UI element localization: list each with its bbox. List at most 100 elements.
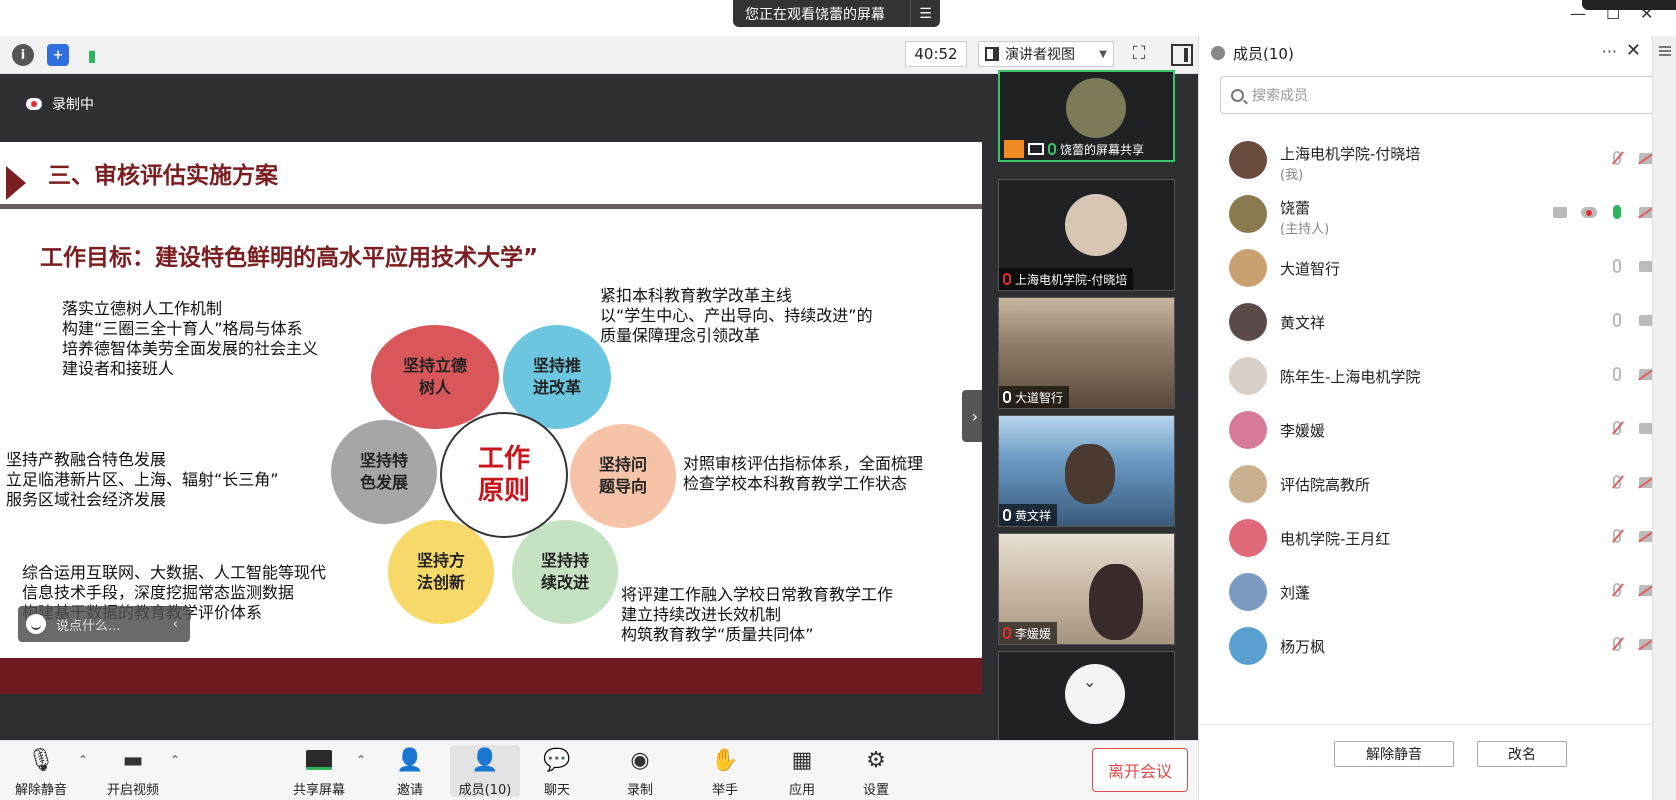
raise-hand-button[interactable]: ✋ 举手 xyxy=(690,745,760,799)
text-line: 质量保障理念引领改革 xyxy=(600,326,761,345)
camera-off-icon[interactable] xyxy=(1639,585,1653,596)
apps-button[interactable]: ▦ 应用 xyxy=(767,745,837,799)
reaction-placeholder[interactable]: 说点什么... xyxy=(56,615,120,634)
member-row[interactable]: 杨万枫 xyxy=(1199,619,1653,673)
share-screen-button[interactable]: 共享屏幕 xyxy=(284,745,354,798)
member-row[interactable]: 李媛媛 xyxy=(1199,403,1653,457)
camera-icon[interactable] xyxy=(1639,423,1653,434)
chevron-left-icon[interactable]: ‹ xyxy=(173,617,178,632)
members-icon: 👤 xyxy=(471,747,499,773)
shield-icon[interactable]: + xyxy=(47,44,69,66)
camera-off-icon[interactable] xyxy=(1639,207,1653,218)
member-row[interactable]: 陈年生-上海电机学院 xyxy=(1199,349,1653,403)
search-placeholder: 搜索成员 xyxy=(1252,88,1308,104)
person-icon xyxy=(1004,140,1024,158)
camera-off-icon[interactable] xyxy=(1639,531,1653,542)
camera-off-icon[interactable] xyxy=(1639,639,1653,650)
mic-muted-icon[interactable] xyxy=(1613,529,1621,543)
control-label: 设置 xyxy=(862,783,889,798)
fullscreen-icon[interactable]: ⛶ xyxy=(1128,44,1150,66)
leave-meeting-button[interactable]: 离开会议 xyxy=(1092,748,1188,792)
start-video-button[interactable]: ▬ 开启视频 xyxy=(98,745,168,799)
thumb-participant[interactable]: 李媛媛 xyxy=(998,533,1175,645)
camera-off-icon[interactable] xyxy=(1639,477,1653,488)
menu-icon[interactable]: ☰ xyxy=(910,0,940,27)
member-row[interactable]: 饶蕾 (主持人) xyxy=(1199,187,1653,241)
petal-continuous-improvement: 坚持持 续改进 xyxy=(512,520,618,624)
members-panel: 成员(10) ··· ✕ 搜索成员 上海电机学院-付晓培 (我) 饶蕾 (主持人… xyxy=(1198,36,1654,800)
unmute-all-button[interactable]: 解除静音 xyxy=(1334,741,1454,767)
chevron-down-icon[interactable]: ⌄ xyxy=(1083,672,1096,691)
record-icon: ◉ xyxy=(630,747,650,773)
thumb-participant[interactable]: 黄文祥 xyxy=(998,415,1175,527)
mic-icon[interactable] xyxy=(1613,259,1621,273)
record-button[interactable]: ◉ 录制 xyxy=(605,745,675,799)
thumb-participant[interactable]: 大道智行 xyxy=(998,297,1175,409)
mic-active-icon[interactable] xyxy=(1613,205,1621,219)
chevron-up-icon[interactable]: ⌃ xyxy=(356,753,366,767)
control-bar: 🎙 解除静音 ⌃ ▬ 开启视频 ⌃ 共享屏幕 ⌃ 👤 邀请 👤 成员(10) 💬… xyxy=(0,740,1198,800)
members-button[interactable]: 👤 成员(10) xyxy=(450,745,520,798)
chat-button[interactable]: 💬 聊天 xyxy=(522,745,592,799)
camera-icon[interactable] xyxy=(1639,261,1653,272)
close-icon[interactable]: ✕ xyxy=(1626,40,1641,61)
chevron-up-icon[interactable]: ⌃ xyxy=(170,753,180,767)
more-icon[interactable]: ··· xyxy=(1602,42,1617,61)
sidebar-toggle-icon[interactable] xyxy=(1171,44,1193,66)
thumb-participant[interactable]: 上海电机学院-付晓培 xyxy=(998,179,1175,291)
member-role: (主持人) xyxy=(1280,222,1330,237)
member-row[interactable]: 黄文祥 xyxy=(1199,295,1653,349)
menu-icon[interactable] xyxy=(1659,46,1671,56)
member-row[interactable]: 上海电机学院-付晓培 (我) xyxy=(1199,133,1653,187)
text-block-top-right: 紧扣本科教育教学改革主线 以“学生中心、产出导向、持续改进”的 质量保障理念引领… xyxy=(600,286,873,346)
reaction-bar[interactable]: 说点什么... ‹ xyxy=(18,606,190,642)
view-mode-select[interactable]: 演讲者视图 ▼ xyxy=(978,41,1114,67)
mic-muted-icon[interactable] xyxy=(1613,151,1621,165)
center-label: 工作 xyxy=(477,444,530,474)
petal-method-innovation: 坚持方 法创新 xyxy=(388,520,494,624)
center-label: 原则 xyxy=(477,476,530,506)
mic-muted-icon[interactable] xyxy=(1613,583,1621,597)
invite-button[interactable]: 👤 邀请 xyxy=(375,745,445,799)
signal-icon[interactable]: ▮ xyxy=(81,44,103,66)
person-icon xyxy=(1211,46,1225,60)
video-thumbnails: 饶蕾的屏幕共享 上海电机学院-付晓培 大道智行 黄文祥 李媛媛 ⌄ xyxy=(982,70,1198,741)
control-label: 解除静音 xyxy=(14,783,67,798)
share-screen-icon xyxy=(284,745,354,775)
avatar xyxy=(1229,357,1267,395)
chevron-up-icon[interactable]: ⌃ xyxy=(78,753,88,767)
thumb-screen-share[interactable]: 饶蕾的屏幕共享 xyxy=(998,70,1175,162)
member-row[interactable]: 电机学院-王月红 xyxy=(1199,511,1653,565)
member-row[interactable]: 刘蓬 xyxy=(1199,565,1653,619)
layout-icon xyxy=(985,47,999,61)
avatar xyxy=(1089,564,1143,640)
camera-off-icon[interactable] xyxy=(1639,369,1653,380)
camera-off-icon[interactable] xyxy=(1639,153,1653,164)
mic-muted-icon[interactable] xyxy=(1613,421,1621,435)
rename-button[interactable]: 改名 xyxy=(1477,741,1567,767)
mic-muted-icon[interactable] xyxy=(1613,475,1621,489)
unmute-button[interactable]: 🎙 解除静音 xyxy=(6,745,76,799)
search-input[interactable]: 搜索成员 xyxy=(1220,76,1654,114)
settings-button[interactable]: ⚙ 设置 xyxy=(841,745,911,799)
mic-icon[interactable] xyxy=(1613,367,1621,381)
right-scroll-strip[interactable] xyxy=(1652,36,1676,800)
petal-problem-oriented: 坚持问 题导向 xyxy=(570,424,676,528)
cloud-record-icon xyxy=(1581,207,1597,218)
members-header: 成员(10) ··· ✕ xyxy=(1199,36,1653,70)
camera-icon[interactable] xyxy=(1639,315,1653,326)
member-row[interactable]: 大道智行 xyxy=(1199,241,1653,295)
emoji-icon[interactable] xyxy=(26,614,46,634)
screen-banner-text: 您正在观看饶蕾的屏幕 xyxy=(745,6,885,23)
text-line: 立足临港新片区、上海、辐射“长三角” xyxy=(6,470,279,489)
member-row[interactable]: 评估院高教所 xyxy=(1199,457,1653,511)
thumb-label: 上海电机学院-付晓培 xyxy=(999,268,1134,290)
avatar xyxy=(1229,519,1267,557)
mic-muted-icon[interactable] xyxy=(1613,637,1621,651)
mic-icon[interactable] xyxy=(1613,313,1621,327)
info-icon[interactable]: i xyxy=(12,44,34,66)
text-line: 对照审核评估指标体系，全面梳理 xyxy=(683,454,924,473)
thumb-participant-partial[interactable]: ⌄ xyxy=(998,651,1175,741)
control-label: 举手 xyxy=(711,783,738,798)
thumb-name: 饶蕾的屏幕共享 xyxy=(1060,142,1145,157)
